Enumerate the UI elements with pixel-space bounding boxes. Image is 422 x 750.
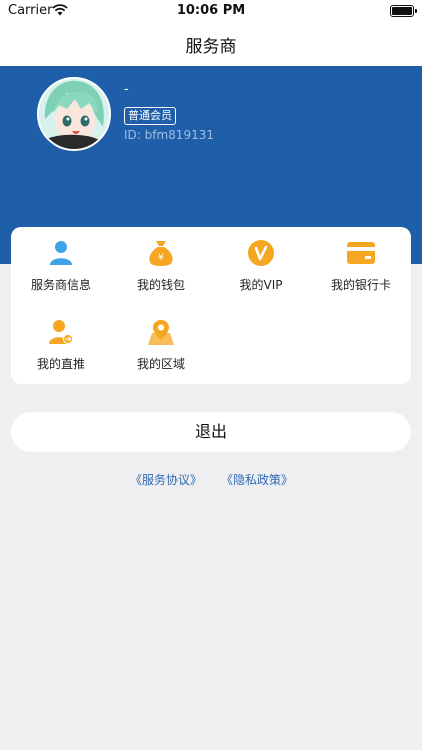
status-bar: Carrier 10:06 PM	[0, 0, 422, 22]
menu-item-direct-referrals[interactable]: 我的直推	[11, 306, 111, 376]
menu-item-bank-card[interactable]: 我的银行卡	[311, 227, 411, 297]
menu-item-label: 我的银行卡	[330, 278, 391, 292]
menu-card: 服务商信息 ¥ 我的钱包 我的VIP 我的银行卡 我的直推 我的区域	[11, 227, 411, 384]
menu-item-label: 我的区域	[136, 357, 185, 371]
vip-icon	[248, 240, 274, 266]
member-badge: 普通会员	[124, 107, 176, 125]
money-bag-icon: ¥	[149, 241, 173, 266]
service-agreement-link[interactable]: 《服务协议》	[130, 471, 202, 488]
menu-item-wallet[interactable]: ¥ 我的钱包	[111, 227, 211, 297]
page-title: 服务商	[185, 37, 237, 57]
avatar-image	[39, 79, 109, 149]
menu-item-label: 我的直推	[36, 357, 85, 371]
nav-bar: 服务商	[0, 22, 422, 66]
user-name: -	[124, 82, 129, 97]
svg-text:¥: ¥	[158, 253, 164, 263]
menu-item-region[interactable]: 我的区域	[111, 306, 211, 376]
menu-item-provider-info[interactable]: 服务商信息	[11, 227, 111, 297]
referral-icon	[49, 320, 73, 344]
menu-item-label: 我的钱包	[136, 278, 185, 292]
clock: 10:06 PM	[176, 3, 246, 18]
avatar[interactable]	[37, 77, 111, 151]
privacy-policy-link[interactable]: 《隐私政策》	[221, 471, 293, 488]
menu-item-vip[interactable]: 我的VIP	[211, 227, 311, 297]
menu-item-label: 服务商信息	[30, 278, 91, 292]
menu-item-label: 我的VIP	[239, 278, 283, 292]
battery-icon	[390, 5, 417, 17]
logout-button[interactable]: 退出	[11, 412, 411, 452]
person-icon	[50, 241, 72, 265]
map-pin-icon	[148, 320, 174, 345]
bank-card-icon	[347, 242, 375, 264]
user-id: ID: bfm819131	[124, 128, 214, 142]
